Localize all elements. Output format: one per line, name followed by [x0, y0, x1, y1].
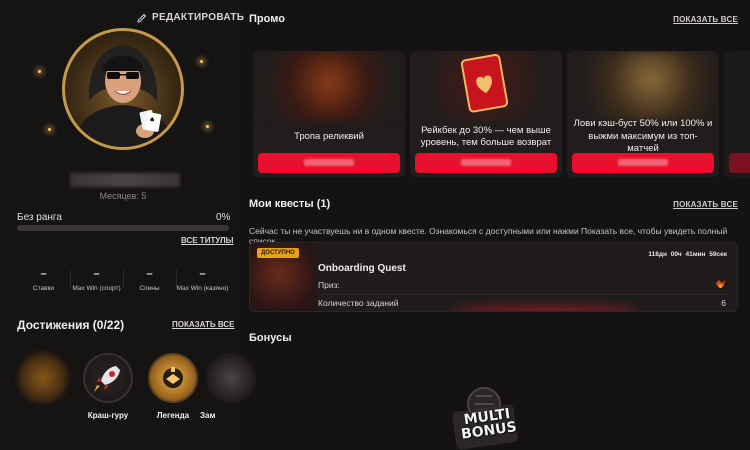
promo-text: Тропа реликвий	[294, 130, 364, 142]
promo-text: Рейкбек до 30% — чем выше уровень, тем б…	[420, 124, 552, 148]
quest-card[interactable]: ДОСТУПНО Onboarding Quest 118дн 00ч 41ми…	[249, 242, 738, 312]
stat-label: Max Win (казино)	[176, 285, 229, 292]
stat-max-win-casino: – Max Win (казино)	[176, 268, 229, 292]
divider	[318, 294, 727, 295]
username-blurred	[70, 173, 180, 187]
rank-progress-bar	[17, 225, 229, 231]
badge-label: Легенда	[156, 411, 190, 420]
quests-show-all-link[interactable]: ПОКАЗАТЬ ВСЕ	[673, 200, 738, 209]
stat-bets: – Ставки	[17, 268, 70, 292]
multi-bonus-logo[interactable]: MULTI BONUS	[440, 382, 530, 450]
stat-max-win-sport: – Max Win (спорт)	[70, 268, 123, 292]
blurred-badge-icon[interactable]	[18, 353, 68, 403]
stat-label: Спины	[139, 285, 160, 292]
sparkle-decoration	[38, 70, 41, 73]
quests-title: Мои квесты (1)	[249, 198, 331, 210]
promo-image	[253, 51, 405, 121]
quest-status-badge: ДОСТУПНО	[257, 248, 299, 258]
stats-row: – Ставки – Max Win (спорт) – Спины – Max…	[17, 268, 229, 292]
avatar-image: ♠	[73, 45, 175, 147]
promo-button[interactable]	[415, 153, 557, 173]
pencil-icon	[137, 13, 147, 23]
quest-name: Onboarding Quest	[318, 263, 406, 274]
stat-spins: – Спины	[123, 268, 176, 292]
quest-glow-decoration	[450, 307, 640, 311]
promo-button[interactable]	[572, 153, 714, 173]
wings-icon	[163, 367, 183, 388]
quest-prize-label: Приз:	[318, 280, 340, 290]
profile-panel: РЕДАКТИРОВАТЬ ♠ Месяцев: 5 Без ранга 0% …	[0, 0, 256, 450]
promo-button-peek	[729, 153, 750, 173]
sparkle-decoration	[200, 60, 203, 63]
stat-value: –	[40, 268, 47, 280]
promo-title: Промо	[249, 13, 285, 25]
quest-timer: 118дн 00ч 41мин 59сек	[648, 251, 727, 258]
avatar[interactable]: ♠	[62, 28, 184, 150]
badge-label: Зам	[200, 411, 216, 420]
quest-tasks-label: Количество заданий	[318, 298, 399, 308]
stat-value: –	[199, 268, 206, 280]
rocket-badge-icon[interactable]	[83, 353, 133, 403]
promo-card-peek	[724, 51, 750, 177]
promo-image	[567, 51, 719, 121]
promo-card[interactable]: Тропа реликвий	[253, 51, 405, 177]
promo-card[interactable]: Лови кэш-буст 50% или 100% и выжми макси…	[567, 51, 719, 177]
stat-label: Max Win (спорт)	[72, 285, 121, 292]
rank-label: Без ранга	[17, 212, 62, 223]
legend-badge-icon[interactable]	[148, 353, 198, 403]
promo-button[interactable]	[258, 153, 400, 173]
promo-card[interactable]: Рейкбек до 30% — чем выше уровень, тем б…	[410, 51, 562, 177]
card-heart-icon	[460, 53, 509, 113]
achievements-show-all-link[interactable]: ПОКАЗАТЬ ВСЕ	[172, 320, 234, 329]
main-content: Промо ПОКАЗАТЬ ВСЕ Тропа реликвий Рейкбе…	[240, 0, 750, 450]
stat-label: Ставки	[32, 285, 55, 292]
promo-image	[410, 51, 562, 121]
promo-show-all-link[interactable]: ПОКАЗАТЬ ВСЕ	[673, 15, 738, 24]
rank-percent: 0%	[216, 212, 231, 223]
rocket-icon	[94, 366, 120, 392]
membership-months: Месяцев: 5	[99, 191, 147, 201]
achievements-title: Достижения (0/22)	[17, 318, 125, 332]
sparkle-decoration	[48, 128, 51, 131]
edit-profile-label: РЕДАКТИРОВАТЬ	[152, 12, 245, 23]
badge-label: Краш-гуру	[87, 411, 129, 420]
svg-text:♠: ♠	[149, 116, 155, 124]
stat-value: –	[93, 268, 100, 280]
prize-icon	[716, 280, 725, 288]
all-titles-link[interactable]: ВСЕ ТИТУЛЫ	[181, 236, 233, 245]
promo-text: Лови кэш-буст 50% или 100% и выжми макси…	[573, 118, 713, 155]
stat-value: –	[146, 268, 153, 280]
quest-tasks-count: 6	[721, 298, 726, 308]
sparkle-decoration	[206, 125, 209, 128]
bonuses-title: Бонусы	[249, 332, 292, 344]
edit-profile-button[interactable]: РЕДАКТИРОВАТЬ	[137, 12, 244, 23]
